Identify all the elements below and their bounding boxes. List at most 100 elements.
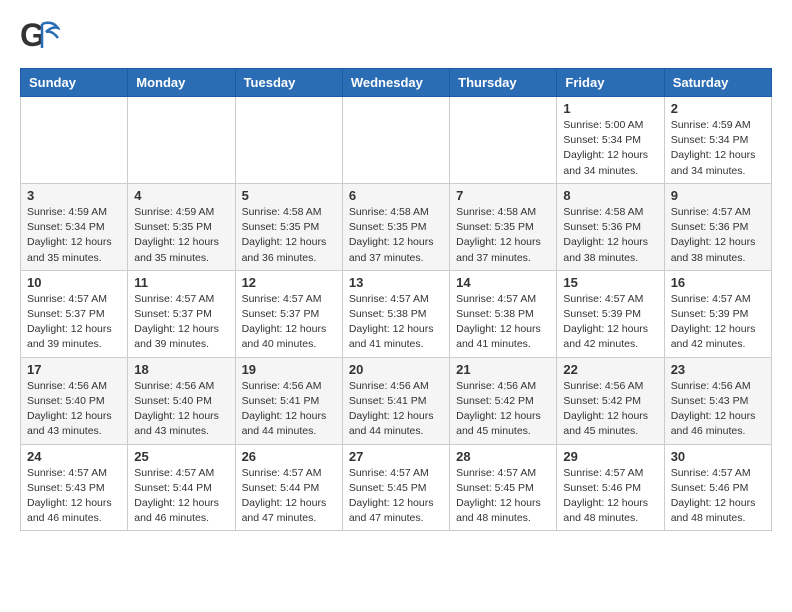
day-info: Sunrise: 4:57 AMSunset: 5:36 PMDaylight:… [671,205,765,266]
day-info: Sunrise: 4:57 AMSunset: 5:37 PMDaylight:… [242,292,336,353]
calendar-day-cell: 16 Sunrise: 4:57 AMSunset: 5:39 PMDayligh… [664,270,771,357]
day-number: 6 [349,188,443,203]
day-number: 17 [27,362,121,377]
day-info: Sunrise: 4:57 AMSunset: 5:37 PMDaylight:… [27,292,121,353]
day-number: 16 [671,275,765,290]
day-number: 25 [134,449,228,464]
day-number: 23 [671,362,765,377]
day-info: Sunrise: 4:57 AMSunset: 5:46 PMDaylight:… [563,466,657,527]
day-number: 7 [456,188,550,203]
calendar-day-cell: 9 Sunrise: 4:57 AMSunset: 5:36 PMDaylight… [664,183,771,270]
day-number: 12 [242,275,336,290]
calendar-day-cell: 25 Sunrise: 4:57 AMSunset: 5:44 PMDayligh… [128,444,235,531]
calendar-day-cell: 6Sunrise: 4:58 AMSunset: 5:35 PMDaylight… [342,183,449,270]
day-number: 24 [27,449,121,464]
calendar-day-cell: 5 Sunrise: 4:58 AMSunset: 5:35 PMDaylight… [235,183,342,270]
day-number: 26 [242,449,336,464]
day-info: Sunrise: 4:56 AMSunset: 5:41 PMDaylight:… [349,379,443,440]
day-number: 18 [134,362,228,377]
calendar-day-cell [342,97,449,184]
calendar-day-cell: 15Sunrise: 4:57 AMSunset: 5:39 PMDayligh… [557,270,664,357]
calendar-day-cell: 2 Sunrise: 4:59 AMSunset: 5:34 PMDaylight… [664,97,771,184]
calendar-day-cell: 17Sunrise: 4:56 AMSunset: 5:40 PMDayligh… [21,357,128,444]
calendar-day-cell [128,97,235,184]
calendar-day-cell: 30 Sunrise: 4:57 AMSunset: 5:46 PMDayligh… [664,444,771,531]
day-number: 9 [671,188,765,203]
day-info: Sunrise: 4:59 AMSunset: 5:35 PMDaylight:… [134,205,228,266]
calendar-day-cell: 23 Sunrise: 4:56 AMSunset: 5:43 PMDayligh… [664,357,771,444]
day-info: Sunrise: 4:56 AMSunset: 5:40 PMDaylight:… [134,379,228,440]
day-info: Sunrise: 4:56 AMSunset: 5:42 PMDaylight:… [456,379,550,440]
calendar-week-row: 17 Sunrise: 4:56 AMSunset: 5:40 PMDayligh… [21,357,772,444]
day-number: 1 [563,101,657,116]
logo-icon: G [20,16,60,56]
day-info: Sunrise: 4:58 AMSunset: 5:35 PMDaylight:… [242,205,336,266]
day-number: 28 [456,449,550,464]
day-info: Sunrise: 4:57 AMSunset: 5:38 PMDaylight:… [349,292,443,353]
day-number: 27 [349,449,443,464]
day-number: 8 [563,188,657,203]
weekday-header-monday: Monday [128,69,235,97]
calendar-day-cell: 26 Sunrise: 4:57 AMSunset: 5:44 PMDayligh… [235,444,342,531]
weekday-header-sunday: Sunday [21,69,128,97]
day-number: 14 [456,275,550,290]
day-number: 29 [563,449,657,464]
day-number: 4 [134,188,228,203]
day-info: Sunrise: 4:57 AMSunset: 5:44 PMDaylight:… [242,466,336,527]
day-info: Sunrise: 4:57 AMSunset: 5:46 PMDaylight:… [671,466,765,527]
logo: G [20,16,64,56]
calendar-day-cell: 21 Sunrise: 4:56 AMSunset: 5:42 PMDayligh… [450,357,557,444]
calendar-day-cell: 24Sunrise: 4:57 AMSunset: 5:43 PMDayligh… [21,444,128,531]
day-number: 19 [242,362,336,377]
day-info: Sunrise: 4:59 AMSunset: 5:34 PMDaylight:… [671,118,765,179]
day-number: 21 [456,362,550,377]
calendar-day-cell: 19 Sunrise: 4:56 AMSunset: 5:41 PMDayligh… [235,357,342,444]
calendar-day-cell [235,97,342,184]
day-number: 2 [671,101,765,116]
calendar-week-row: 3Sunrise: 4:59 AMSunset: 5:34 PMDaylight… [21,183,772,270]
day-info: Sunrise: 4:56 AMSunset: 5:41 PMDaylight:… [242,379,336,440]
calendar-day-cell: 1 Sunrise: 5:00 AMSunset: 5:34 PMDaylight… [557,97,664,184]
weekday-header-row: SundayMondayTuesdayWednesdayThursdayFrid… [21,69,772,97]
calendar-day-cell: 7 Sunrise: 4:58 AMSunset: 5:35 PMDaylight… [450,183,557,270]
calendar-week-row: 10 Sunrise: 4:57 AMSunset: 5:37 PMDayligh… [21,270,772,357]
calendar-day-cell [450,97,557,184]
page: G SundayMondayTuesdayWednesdayThursdayFr… [0,0,792,551]
day-info: Sunrise: 5:00 AMSunset: 5:34 PMDaylight:… [563,118,657,179]
day-info: Sunrise: 4:56 AMSunset: 5:42 PMDaylight:… [563,379,657,440]
calendar-day-cell: 29 Sunrise: 4:57 AMSunset: 5:46 PMDayligh… [557,444,664,531]
calendar-day-cell: 28 Sunrise: 4:57 AMSunset: 5:45 PMDayligh… [450,444,557,531]
calendar-day-cell: 4 Sunrise: 4:59 AMSunset: 5:35 PMDaylight… [128,183,235,270]
day-number: 3 [27,188,121,203]
calendar-day-cell: 10 Sunrise: 4:57 AMSunset: 5:37 PMDayligh… [21,270,128,357]
calendar-day-cell: 12 Sunrise: 4:57 AMSunset: 5:37 PMDayligh… [235,270,342,357]
calendar-day-cell: 18 Sunrise: 4:56 AMSunset: 5:40 PMDayligh… [128,357,235,444]
calendar-day-cell: 13 Sunrise: 4:57 AMSunset: 5:38 PMDayligh… [342,270,449,357]
day-info: Sunrise: 4:57 AMSunset: 5:37 PMDaylight:… [134,292,228,353]
day-number: 10 [27,275,121,290]
day-info: Sunrise: 4:57 AMSunset: 5:44 PMDaylight:… [134,466,228,527]
day-info: Sunrise: 4:57 AMSunset: 5:39 PMDaylight:… [671,292,765,353]
day-number: 13 [349,275,443,290]
day-info: Sunrise: 4:58 AMSunset: 5:35 PMDaylight:… [456,205,550,266]
calendar-day-cell: 14 Sunrise: 4:57 AMSunset: 5:38 PMDayligh… [450,270,557,357]
calendar-week-row: 24Sunrise: 4:57 AMSunset: 5:43 PMDayligh… [21,444,772,531]
weekday-header-saturday: Saturday [664,69,771,97]
day-info: Sunrise: 4:57 AMSunset: 5:45 PMDaylight:… [456,466,550,527]
calendar-day-cell: 27 Sunrise: 4:57 AMSunset: 5:45 PMDayligh… [342,444,449,531]
calendar-day-cell: 3Sunrise: 4:59 AMSunset: 5:34 PMDaylight… [21,183,128,270]
calendar-day-cell: 22Sunrise: 4:56 AMSunset: 5:42 PMDayligh… [557,357,664,444]
calendar-day-cell: 8 Sunrise: 4:58 AMSunset: 5:36 PMDaylight… [557,183,664,270]
day-info: Sunrise: 4:56 AMSunset: 5:43 PMDaylight:… [671,379,765,440]
calendar-day-cell [21,97,128,184]
weekday-header-wednesday: Wednesday [342,69,449,97]
weekday-header-friday: Friday [557,69,664,97]
day-number: 5 [242,188,336,203]
day-info: Sunrise: 4:57 AMSunset: 5:38 PMDaylight:… [456,292,550,353]
day-info: Sunrise: 4:57 AMSunset: 5:45 PMDaylight:… [349,466,443,527]
day-number: 30 [671,449,765,464]
weekday-header-thursday: Thursday [450,69,557,97]
calendar-day-cell: 20Sunrise: 4:56 AMSunset: 5:41 PMDayligh… [342,357,449,444]
day-info: Sunrise: 4:58 AMSunset: 5:36 PMDaylight:… [563,205,657,266]
calendar-day-cell: 11Sunrise: 4:57 AMSunset: 5:37 PMDayligh… [128,270,235,357]
